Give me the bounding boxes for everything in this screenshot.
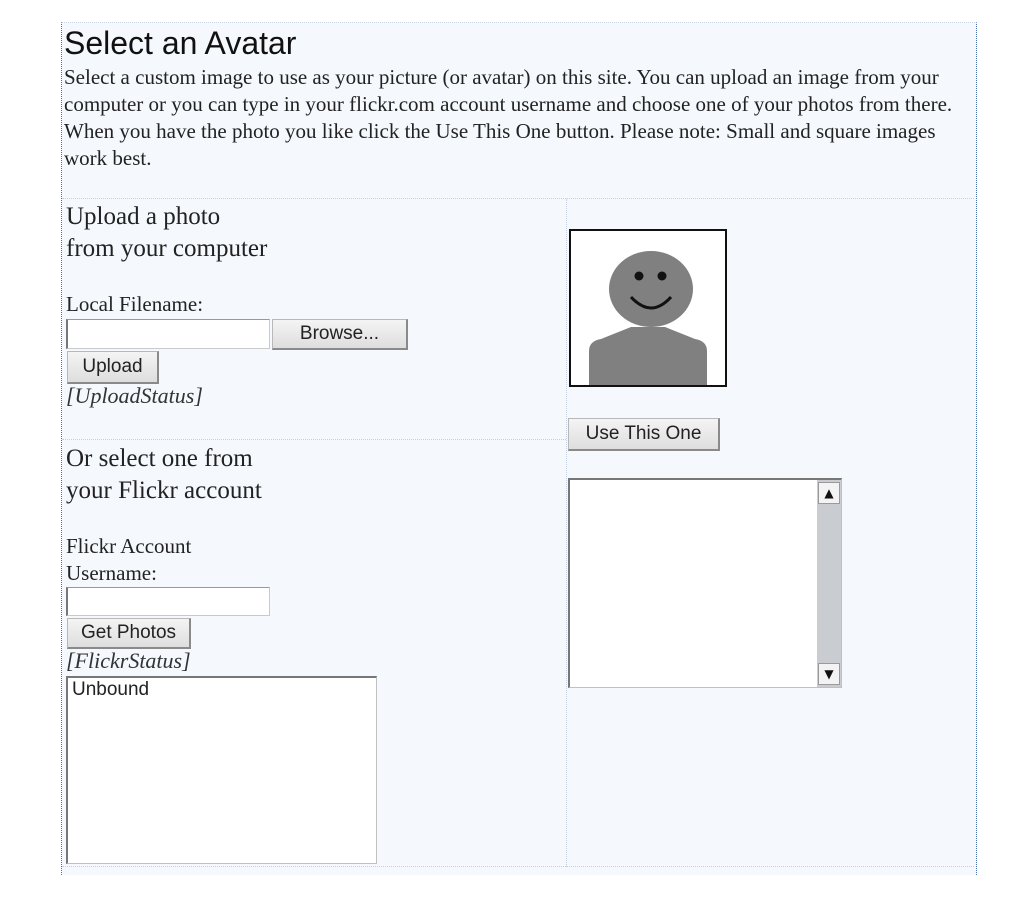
upload-status: [UploadStatus] — [66, 383, 203, 408]
section-divider — [62, 198, 974, 199]
bottom-divider — [62, 866, 974, 867]
photo-select-listbox[interactable]: ▲ ▼ — [568, 478, 842, 688]
flickr-heading-line2: your Flickr account — [66, 477, 262, 504]
browse-button[interactable]: Browse... — [272, 319, 408, 350]
intro-text: Select a custom image to use as your pic… — [64, 65, 953, 170]
get-photos-button[interactable]: Get Photos — [67, 618, 191, 649]
flickr-account-label-line2: Username: — [66, 561, 157, 585]
flickr-username-input[interactable] — [66, 587, 270, 616]
use-this-one-button[interactable]: Use This One — [568, 418, 720, 451]
list-item[interactable]: Unbound — [68, 678, 376, 702]
upload-heading-line2: from your computer — [66, 235, 268, 262]
flickr-account-label-line1: Flickr Account — [66, 534, 192, 558]
avatar-preview — [569, 229, 727, 387]
flickr-photo-listbox[interactable]: Unbound — [66, 676, 377, 864]
local-filename-input[interactable] — [66, 319, 270, 349]
listbox-scrollbar[interactable]: ▲ ▼ — [817, 480, 841, 687]
column-divider — [566, 199, 567, 867]
up-arrow-icon[interactable]: ▲ — [818, 482, 840, 504]
flickr-heading-line1: Or select one from — [66, 445, 253, 472]
upload-button[interactable]: Upload — [67, 351, 159, 384]
local-filename-label: Local Filename: — [66, 292, 204, 316]
avatar-selector-panel: Select an Avatar Select a custom image t… — [61, 22, 977, 875]
upload-heading-line1: Upload a photo — [66, 203, 221, 230]
flickr-status: [FlickrStatus] — [66, 648, 191, 673]
default-avatar-icon — [589, 251, 707, 385]
down-arrow-icon[interactable]: ▼ — [818, 663, 840, 685]
page-title: Select an Avatar — [64, 25, 297, 61]
upload-section-divider — [62, 439, 566, 440]
